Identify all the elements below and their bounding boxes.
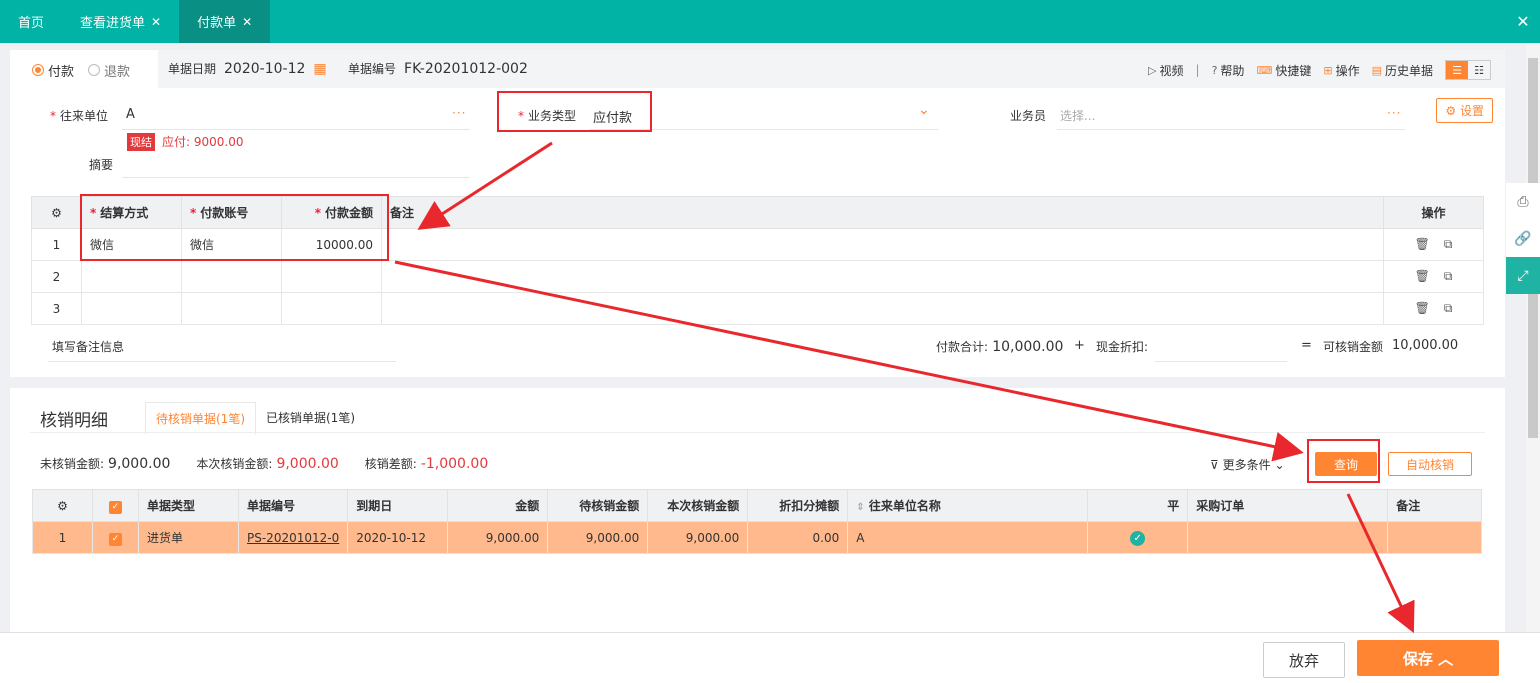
link-icon[interactable]: 🔗 xyxy=(1506,220,1540,257)
cash-badge: 现结 xyxy=(127,133,155,151)
cash-discount-input[interactable] xyxy=(1155,361,1287,362)
close-all-tabs-icon[interactable]: ✕ xyxy=(1506,0,1540,43)
remark-input[interactable]: 填写备注信息 xyxy=(52,338,124,355)
pay-total: 付款合计: 10,000.00 xyxy=(936,339,1064,355)
annotation-box xyxy=(80,194,389,261)
annotation-box xyxy=(1307,439,1380,483)
more-icon[interactable]: ··· xyxy=(1387,106,1401,120)
document-header-bar: 单据日期 2020-10-12 ▦ 单据编号 FK-20201012-002 ▷ 视频 … xyxy=(158,50,1505,88)
date-value[interactable]: 2020-10-12 xyxy=(224,61,305,77)
radio-checked-icon xyxy=(32,64,44,76)
tab-view-purchase[interactable]: 查看进货单 ✕ xyxy=(62,0,179,43)
print-icon[interactable]: ⎙ xyxy=(1506,183,1540,220)
memo-input[interactable] xyxy=(122,177,470,178)
trash-icon[interactable]: 🗑 xyxy=(1415,269,1430,284)
filter-icon: ⊽ xyxy=(1210,458,1219,472)
pay-amount-cell[interactable] xyxy=(281,260,382,293)
keyboard-icon: ⌨ xyxy=(1256,63,1273,77)
trash-icon[interactable]: 🗑 xyxy=(1415,237,1430,252)
writeoff-panel: 核销明细 待核销单据(1笔) 已核销单据(1笔) 未核销金额: 9,000.00 … xyxy=(10,388,1505,638)
gear-icon: ⚙ xyxy=(1445,104,1457,118)
header-toolbar: ▷ 视频 | ? 帮助 ⌨ 快捷键 ⊞ 操作 ▤ 历史单据 ☰ ☷ xyxy=(1148,60,1491,80)
writeoff-tabs: 待核销单据(1笔) 已核销单据(1笔) xyxy=(145,402,365,435)
calendar-icon[interactable]: ▦ xyxy=(313,61,326,77)
partner-input[interactable]: A xyxy=(126,107,135,122)
tab-payment[interactable]: 付款单 ✕ xyxy=(179,0,271,43)
writeoff-amount: 10,000.00 xyxy=(1392,338,1459,353)
video-button[interactable]: ▷ 视频 xyxy=(1148,62,1183,79)
radio-refund[interactable]: 退款 xyxy=(88,61,130,80)
partner-label: * 往来单位 xyxy=(50,109,109,123)
tab-home[interactable]: 首页 xyxy=(0,0,62,43)
section-title: 核销明细 xyxy=(40,411,108,431)
writeoff-table: ⚙ ✓ 单据类型 单据编号 到期日 金额 待核销金额 本次核销金额 折扣分摊额 … xyxy=(32,489,1482,554)
document-link[interactable]: PS-20201012-0 xyxy=(237,521,349,554)
settle-method-cell[interactable] xyxy=(81,260,182,293)
pay-type-radio-group: 付款 退款 xyxy=(10,50,158,88)
settings-button[interactable]: ⚙ 设置 xyxy=(1436,98,1493,123)
table-settings-icon[interactable]: ⚙ xyxy=(32,489,93,522)
help-button[interactable]: ? 帮助 xyxy=(1212,62,1245,79)
chevron-up-icon: ︿ xyxy=(1438,649,1454,668)
memo-label: 摘要 xyxy=(89,158,114,172)
remark-cell[interactable] xyxy=(381,292,1384,325)
footer-bar: 放弃 保存 ︿ xyxy=(0,632,1540,683)
table-row[interactable]: 1 ✓ 进货单 PS-20201012-0 2020-10-12 9,000.0… xyxy=(32,521,1482,554)
play-icon: ▷ xyxy=(1148,63,1157,77)
abandon-button[interactable]: 放弃 xyxy=(1263,642,1345,678)
shortcut-button[interactable]: ⌨ 快捷键 xyxy=(1256,62,1311,79)
list-view-icon[interactable]: ☰ xyxy=(1446,61,1468,79)
sort-icon: ⇕ xyxy=(856,502,865,513)
copy-add-icon[interactable]: ⧉ xyxy=(1444,237,1453,252)
pay-account-cell[interactable] xyxy=(181,260,282,293)
history-button[interactable]: ▤ 历史单据 xyxy=(1372,62,1433,79)
side-float-toolbar: ⎙ 🔗 ⤢ xyxy=(1506,183,1540,294)
pay-amount-cell[interactable] xyxy=(281,292,382,325)
radio-pay[interactable]: 付款 xyxy=(32,61,74,80)
close-icon[interactable]: ✕ xyxy=(242,15,252,29)
chevron-down-icon: ⌄ xyxy=(1274,458,1285,472)
tab-done[interactable]: 已核销单据(1笔) xyxy=(256,402,365,435)
check-circle-icon: ✓ xyxy=(1130,530,1146,546)
settle-method-cell[interactable] xyxy=(81,292,182,325)
document-icon: ▤ xyxy=(1371,63,1382,77)
help-icon: ? xyxy=(1211,63,1218,77)
chevron-down-icon[interactable]: ⌄ xyxy=(918,102,931,118)
document-date: 单据日期 2020-10-12 ▦ xyxy=(168,61,327,77)
save-button[interactable]: 保存 ︿ xyxy=(1357,640,1499,676)
auto-writeoff-button[interactable]: 自动核销 xyxy=(1388,452,1472,476)
pay-account-cell[interactable] xyxy=(181,292,282,325)
radio-unchecked-icon xyxy=(88,64,101,76)
operate-button[interactable]: ⊞ 操作 xyxy=(1323,62,1359,79)
tab-bar: 首页 查看进货单 ✕ 付款单 ✕ ✕ xyxy=(0,0,1540,43)
table-settings-icon[interactable]: ⚙ xyxy=(31,196,82,229)
close-icon[interactable]: ✕ xyxy=(151,15,161,29)
copy-add-icon[interactable]: ⧉ xyxy=(1444,269,1453,284)
grid-icon: ⊞ xyxy=(1323,63,1333,77)
staff-input[interactable]: 选择... xyxy=(1060,107,1095,124)
view-toggle: ☰ ☷ xyxy=(1445,60,1491,80)
annotation-box xyxy=(497,91,652,132)
remark-cell[interactable] xyxy=(381,228,1384,261)
remark-cell[interactable] xyxy=(381,260,1384,293)
tab-pending[interactable]: 待核销单据(1笔) xyxy=(145,402,256,435)
document-number: 单据编号 FK-20201012-002 xyxy=(348,61,528,77)
copy-add-icon[interactable]: ⧉ xyxy=(1444,301,1453,316)
payable-amount: 应付: 9000.00 xyxy=(162,135,244,149)
fullscreen-icon[interactable]: ⤢ xyxy=(1506,257,1540,294)
more-icon[interactable]: ··· xyxy=(452,106,466,120)
table-row: 3 🗑 ⧉ xyxy=(31,292,1484,325)
staff-label: 业务员 xyxy=(1010,109,1047,123)
card-view-icon[interactable]: ☷ xyxy=(1468,61,1490,79)
more-conditions-button[interactable]: ⊽ 更多条件 ⌄ xyxy=(1210,456,1285,473)
writeoff-stats: 未核销金额: 9,000.00 本次核销金额: 9,000.00 核销差额: -1,0… xyxy=(40,456,489,472)
select-all-checkbox[interactable]: ✓ xyxy=(109,500,122,514)
table-row: 2 🗑 ⧉ xyxy=(31,260,1484,293)
trash-icon[interactable]: 🗑 xyxy=(1415,301,1430,316)
row-checkbox[interactable]: ✓ xyxy=(109,532,122,546)
